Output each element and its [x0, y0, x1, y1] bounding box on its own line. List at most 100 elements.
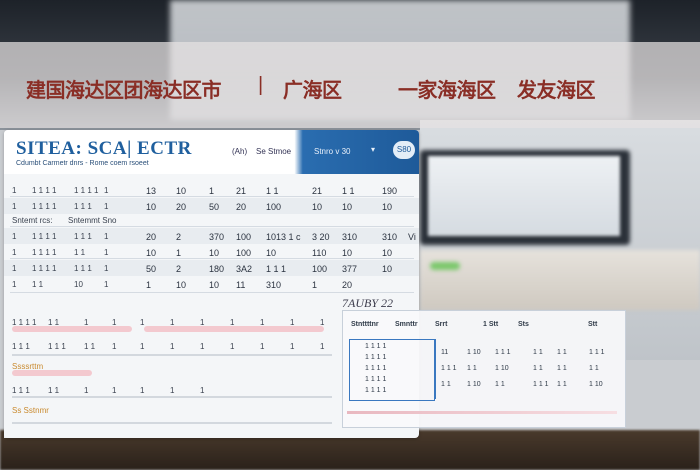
- panel-grid-cell: 1 1: [495, 381, 505, 388]
- table-cell: 1 1 1 1: [32, 202, 57, 211]
- table-cell: 1: [12, 280, 17, 289]
- row-separator: [10, 226, 414, 227]
- table-cell: 2: [176, 264, 182, 274]
- table-cell: 10: [209, 280, 220, 290]
- table-cell: 100: [266, 202, 282, 212]
- divider-line: [12, 422, 332, 424]
- list-cell: 1: [112, 342, 117, 351]
- list-cell: 1 1 1: [48, 342, 66, 351]
- list-cell: Ss Sstnmr: [12, 406, 49, 415]
- table-cell: 310: [382, 232, 398, 242]
- table-cell: 10: [342, 202, 353, 212]
- panel-grid-cell: 1 10: [467, 381, 481, 388]
- table-cell: 1: [104, 186, 109, 195]
- panel-grid-cell: 1 1 1: [589, 349, 605, 356]
- panel-left-cell: 1 1 1 1: [365, 365, 387, 372]
- row-separator: [10, 196, 414, 197]
- table-cell: 10: [382, 264, 393, 274]
- list-cell: 1: [140, 386, 145, 395]
- table-cell: 10: [312, 202, 323, 212]
- panel-grid-cell: 1 1: [557, 349, 567, 356]
- table-cell: 20: [146, 232, 157, 242]
- banner-segment: 发友海区: [517, 80, 596, 102]
- table-row[interactable]: 1 1 1 1 1 1 1 1 1 50 2 180 3A2 1 1 1 100 377 10: [4, 260, 419, 276]
- banner-segment: 广海区: [283, 80, 342, 102]
- panel-header-cell: Stt: [588, 321, 598, 328]
- table-cell: 1: [12, 186, 17, 195]
- table-row[interactable]: 11 1 10 1 1 10 10 11 310 1 20: [4, 276, 419, 292]
- list-cell: 1: [230, 342, 235, 351]
- list-cell: 1: [140, 318, 145, 327]
- panel-grid-cell: 1 1: [589, 365, 599, 372]
- table-cell: 50: [146, 264, 157, 274]
- table-cell: 1: [104, 202, 109, 211]
- list-cell: 1: [200, 342, 205, 351]
- highlight-bar: [12, 370, 92, 376]
- list-cell: 1: [200, 386, 205, 395]
- table-cell: 10: [382, 248, 393, 258]
- table-cell: 1: [12, 248, 17, 257]
- background-desk: [420, 250, 700, 310]
- table-cell: 2: [176, 232, 182, 242]
- list-cell: 1 1 1: [12, 342, 30, 351]
- panel-grid-cell: 1 1 1: [495, 349, 511, 356]
- panel-grid-cell: 1 10: [589, 381, 603, 388]
- table-cell: 1 1 1: [74, 232, 92, 241]
- list-cell: 1: [290, 342, 295, 351]
- list-item[interactable]: Ss Sstnmr: [4, 402, 342, 418]
- table-cell: 110: [312, 248, 327, 258]
- banner-divider: |: [258, 74, 263, 96]
- panel-left-box: [349, 339, 435, 401]
- table-cell: 100: [236, 248, 252, 258]
- panel-left-cell: 1 1 1 1: [365, 376, 387, 383]
- table-cell: 100: [312, 264, 328, 274]
- table-cell: 10: [146, 202, 157, 212]
- window-header: SITEA: SCA| ECTR Cdumbt Carmetr dnrs - R…: [4, 130, 419, 174]
- table-cell: 1: [104, 280, 109, 289]
- table-cell: 100: [236, 232, 252, 242]
- table-row[interactable]: 1 1 1 1 1 1 1 1 1 20 2 370 100 1013 1 c 3 20 310 31…: [4, 228, 419, 244]
- banner-segment: 一家海海区: [398, 80, 496, 102]
- table-cell: 20: [176, 202, 187, 212]
- table-cell: 10: [382, 202, 393, 212]
- table-cell: 1: [12, 202, 17, 211]
- window-subtitle: Cdumbt Carmetr dnrs - Rome coem rsoeet: [16, 160, 149, 167]
- table-cell: 10: [266, 248, 277, 258]
- panel-header-cell: 1 Stt: [483, 321, 499, 328]
- row-separator: [10, 292, 414, 293]
- list-cell: 1: [140, 342, 145, 351]
- panel-grid-cell: 1 1: [557, 365, 567, 372]
- stamp-label: 7AUBY 22: [342, 296, 393, 310]
- chevron-down-icon[interactable]: ▾: [371, 145, 375, 154]
- panel-grid-cell: 1 10: [495, 365, 509, 372]
- tab-ah[interactable]: (Ah): [232, 147, 247, 156]
- lower-table: 1 1 1 11 11111111111 1 11 1 11 111111111…: [4, 298, 342, 438]
- tab-stmoe[interactable]: Se Stmoe: [256, 147, 291, 156]
- divider-line: [12, 396, 332, 398]
- list-cell: 1 1: [48, 386, 60, 395]
- panel-header-cell: Stnttttnr: [351, 321, 379, 328]
- table-cell: 21: [312, 186, 323, 196]
- window-title: SITEA: SCA| ECTR: [16, 138, 192, 159]
- panel-grid-cell: 1 1: [441, 381, 451, 388]
- table-cell: 1 1 1: [74, 264, 92, 273]
- panel-left-cell: 1 1 1 1: [365, 354, 387, 361]
- list-cell: 1: [84, 386, 89, 395]
- panel-grid-cell: 1 1: [557, 381, 567, 388]
- list-cell: 1 1: [84, 342, 96, 351]
- table-cell: 20: [342, 280, 353, 290]
- highlight-bar: [12, 326, 132, 332]
- table-cell: 20: [236, 202, 247, 212]
- round-action-button[interactable]: S80: [393, 141, 415, 159]
- background-laptop-screen: [428, 156, 620, 236]
- table-cell: 1: [12, 264, 17, 273]
- table-cell: 370: [209, 232, 225, 242]
- list-item[interactable]: 1 1 1 1 1 1 1 1 1 1 1 1 1 1 1 1: [4, 338, 342, 354]
- table-cell: 377: [342, 264, 358, 274]
- tab-stnro[interactable]: Stnro v 30: [314, 147, 350, 156]
- table-cell: 1 1: [266, 186, 279, 196]
- overlay-report-panel: Stnttttnr Smnttr Srrt 1 Stt Sts Stt 1 1 1 11 1…: [342, 310, 626, 428]
- table-cell: 1: [104, 248, 109, 257]
- table-cell: 3 20: [312, 232, 330, 242]
- list-cell: 1: [112, 386, 117, 395]
